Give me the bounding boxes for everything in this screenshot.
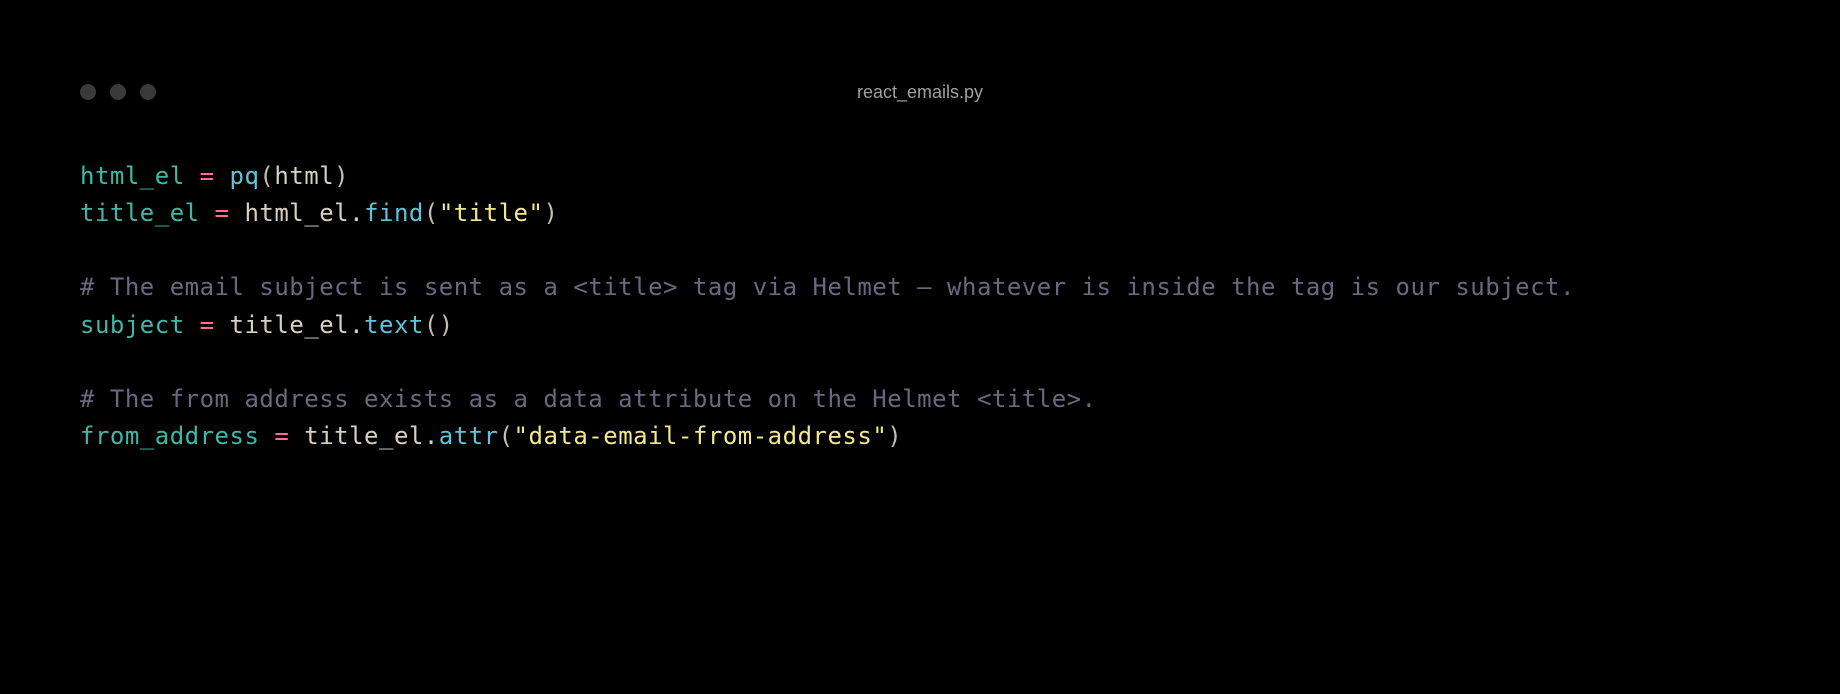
code-line: subject = title_el.text() [80, 307, 1760, 344]
code-token: pq [230, 162, 260, 190]
code-token [200, 199, 215, 227]
code-token: ) [887, 422, 902, 450]
code-token: title_el [80, 199, 200, 227]
code-line: title_el = html_el.find("title") [80, 195, 1760, 232]
traffic-lights [80, 84, 156, 100]
code-token: ) [334, 162, 349, 190]
code-line [80, 344, 1760, 381]
code-token: attr [439, 422, 499, 450]
code-token: from_address [80, 422, 259, 450]
code-token: # The from address exists as a data attr… [80, 385, 1097, 413]
code-token: = [215, 199, 230, 227]
filename-label: react_emails.py [857, 82, 983, 103]
code-token: html [274, 162, 334, 190]
code-token: () [424, 311, 454, 339]
code-token [185, 162, 200, 190]
editor-window: react_emails.py html_el = pq(html) title… [0, 0, 1840, 455]
code-token [230, 199, 245, 227]
code-line: # The email subject is sent as a <title>… [80, 269, 1760, 306]
code-token [289, 422, 304, 450]
code-token: # The email subject is sent as a <title>… [80, 273, 1575, 301]
code-token: . [349, 311, 364, 339]
code-token: html_el [80, 162, 185, 190]
code-token: = [274, 422, 289, 450]
code-token [259, 422, 274, 450]
title-bar: react_emails.py [80, 84, 1760, 100]
code-token: ( [259, 162, 274, 190]
code-token: title_el [230, 311, 350, 339]
traffic-light-minimize[interactable] [110, 84, 126, 100]
code-token: = [200, 311, 215, 339]
code-token: subject [80, 311, 185, 339]
code-token: "data-email-from-address" [514, 422, 888, 450]
traffic-light-close[interactable] [80, 84, 96, 100]
code-token: ) [543, 199, 558, 227]
code-token: ( [424, 199, 439, 227]
code-token: ( [499, 422, 514, 450]
traffic-light-maximize[interactable] [140, 84, 156, 100]
code-line: # The from address exists as a data attr… [80, 381, 1760, 418]
code-token: title_el [304, 422, 424, 450]
code-line: from_address = title_el.attr("data-email… [80, 418, 1760, 455]
code-token: = [200, 162, 215, 190]
code-token: "title" [439, 199, 544, 227]
code-token: html_el [244, 199, 349, 227]
code-token: text [364, 311, 424, 339]
code-token [215, 311, 230, 339]
code-token: find [364, 199, 424, 227]
code-area[interactable]: html_el = pq(html) title_el = html_el.fi… [80, 158, 1760, 455]
code-line [80, 232, 1760, 269]
code-token: . [349, 199, 364, 227]
code-line: html_el = pq(html) [80, 158, 1760, 195]
code-token [185, 311, 200, 339]
code-token: . [424, 422, 439, 450]
code-token [215, 162, 230, 190]
